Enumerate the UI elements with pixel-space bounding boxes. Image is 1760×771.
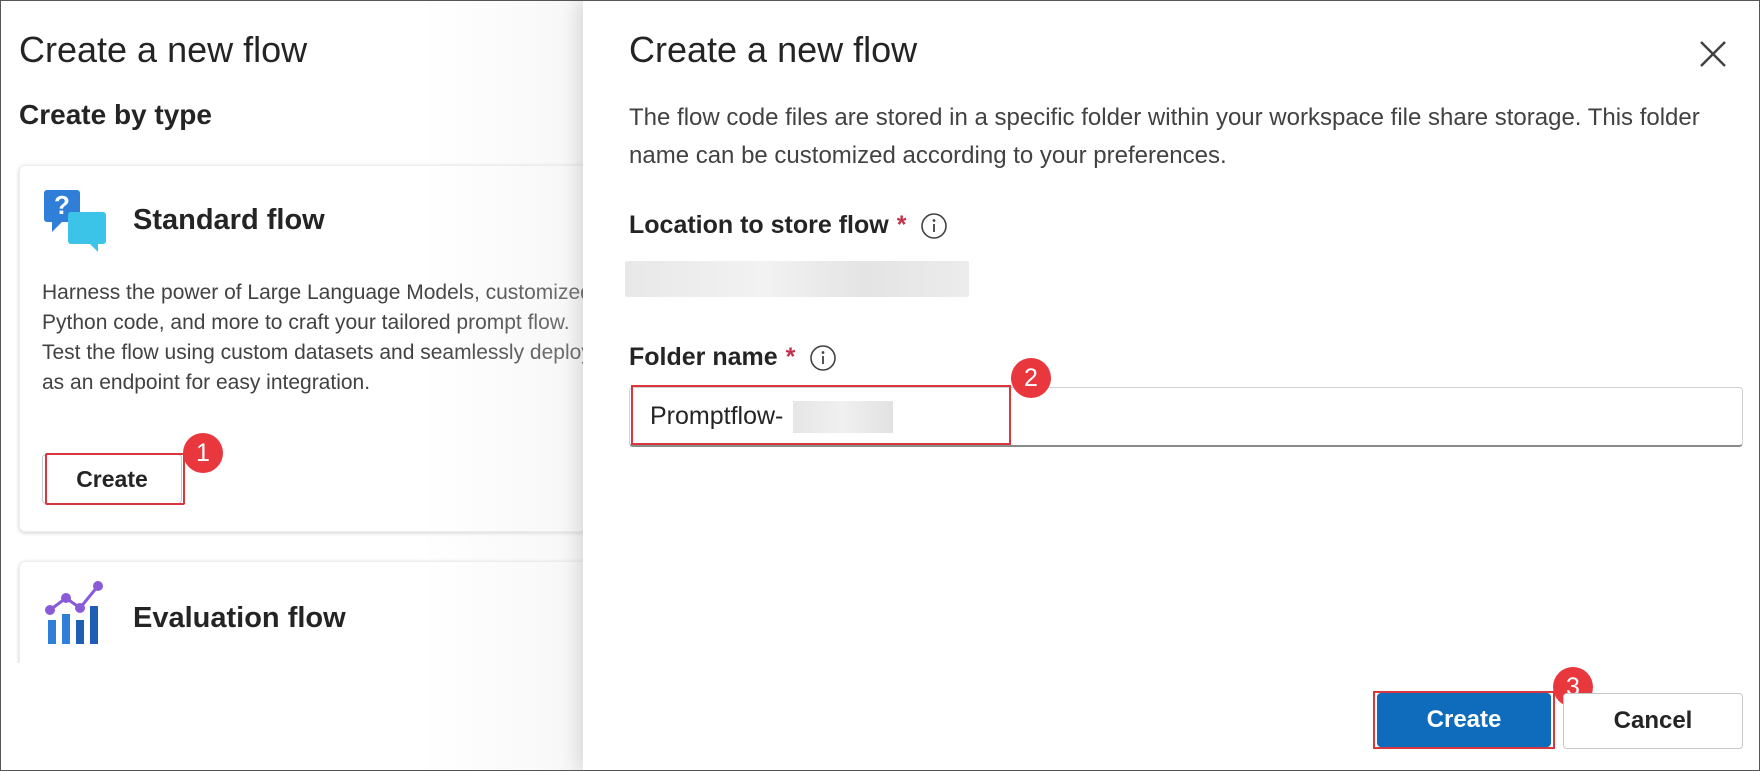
required-marker: * bbox=[896, 211, 907, 239]
standard-flow-create-button[interactable]: Create bbox=[42, 454, 182, 504]
info-icon[interactable] bbox=[920, 212, 948, 240]
standard-flow-title: Standard flow bbox=[133, 204, 325, 236]
location-label-text: Location to store flow bbox=[629, 211, 889, 239]
create-button[interactable]: Create bbox=[1377, 693, 1551, 747]
panel-title: Create a new flow bbox=[629, 29, 918, 70]
panel-description: The flow code files are stored in a spec… bbox=[629, 104, 1700, 169]
required-marker: * bbox=[785, 343, 796, 371]
evaluation-flow-title: Evaluation flow bbox=[133, 602, 346, 634]
folder-value-redacted bbox=[793, 401, 893, 433]
cancel-button[interactable]: Cancel bbox=[1563, 693, 1743, 749]
location-label: Location to store flow * bbox=[629, 211, 948, 240]
standard-flow-description: Harness the power of Large Language Mode… bbox=[42, 281, 592, 394]
screenshot-frame: Create a new flow Create by type ? Stand… bbox=[0, 0, 1760, 771]
svg-text:?: ? bbox=[54, 190, 70, 220]
location-value-redacted bbox=[625, 261, 969, 297]
info-icon[interactable] bbox=[809, 344, 837, 372]
section-title: Create by type bbox=[19, 99, 212, 130]
background-page: Create a new flow Create by type ? Stand… bbox=[1, 1, 619, 770]
page-title: Create a new flow bbox=[19, 29, 308, 70]
close-icon bbox=[1700, 40, 1726, 67]
step1-badge: 1 bbox=[183, 433, 223, 473]
close-button[interactable] bbox=[1695, 37, 1731, 73]
chart-evaluation-icon bbox=[45, 581, 103, 644]
standard-flow-card[interactable]: ? Standard flow Harness the power of Lar… bbox=[19, 165, 619, 532]
chat-question-icon: ? bbox=[44, 190, 106, 252]
page-bottom bbox=[1, 663, 601, 770]
folder-label-text: Folder name bbox=[629, 343, 778, 371]
folder-label: Folder name * bbox=[629, 343, 837, 372]
step2-badge: 2 bbox=[1011, 358, 1051, 398]
create-flow-panel: Create a new flow The flow code files ar… bbox=[583, 1, 1759, 770]
